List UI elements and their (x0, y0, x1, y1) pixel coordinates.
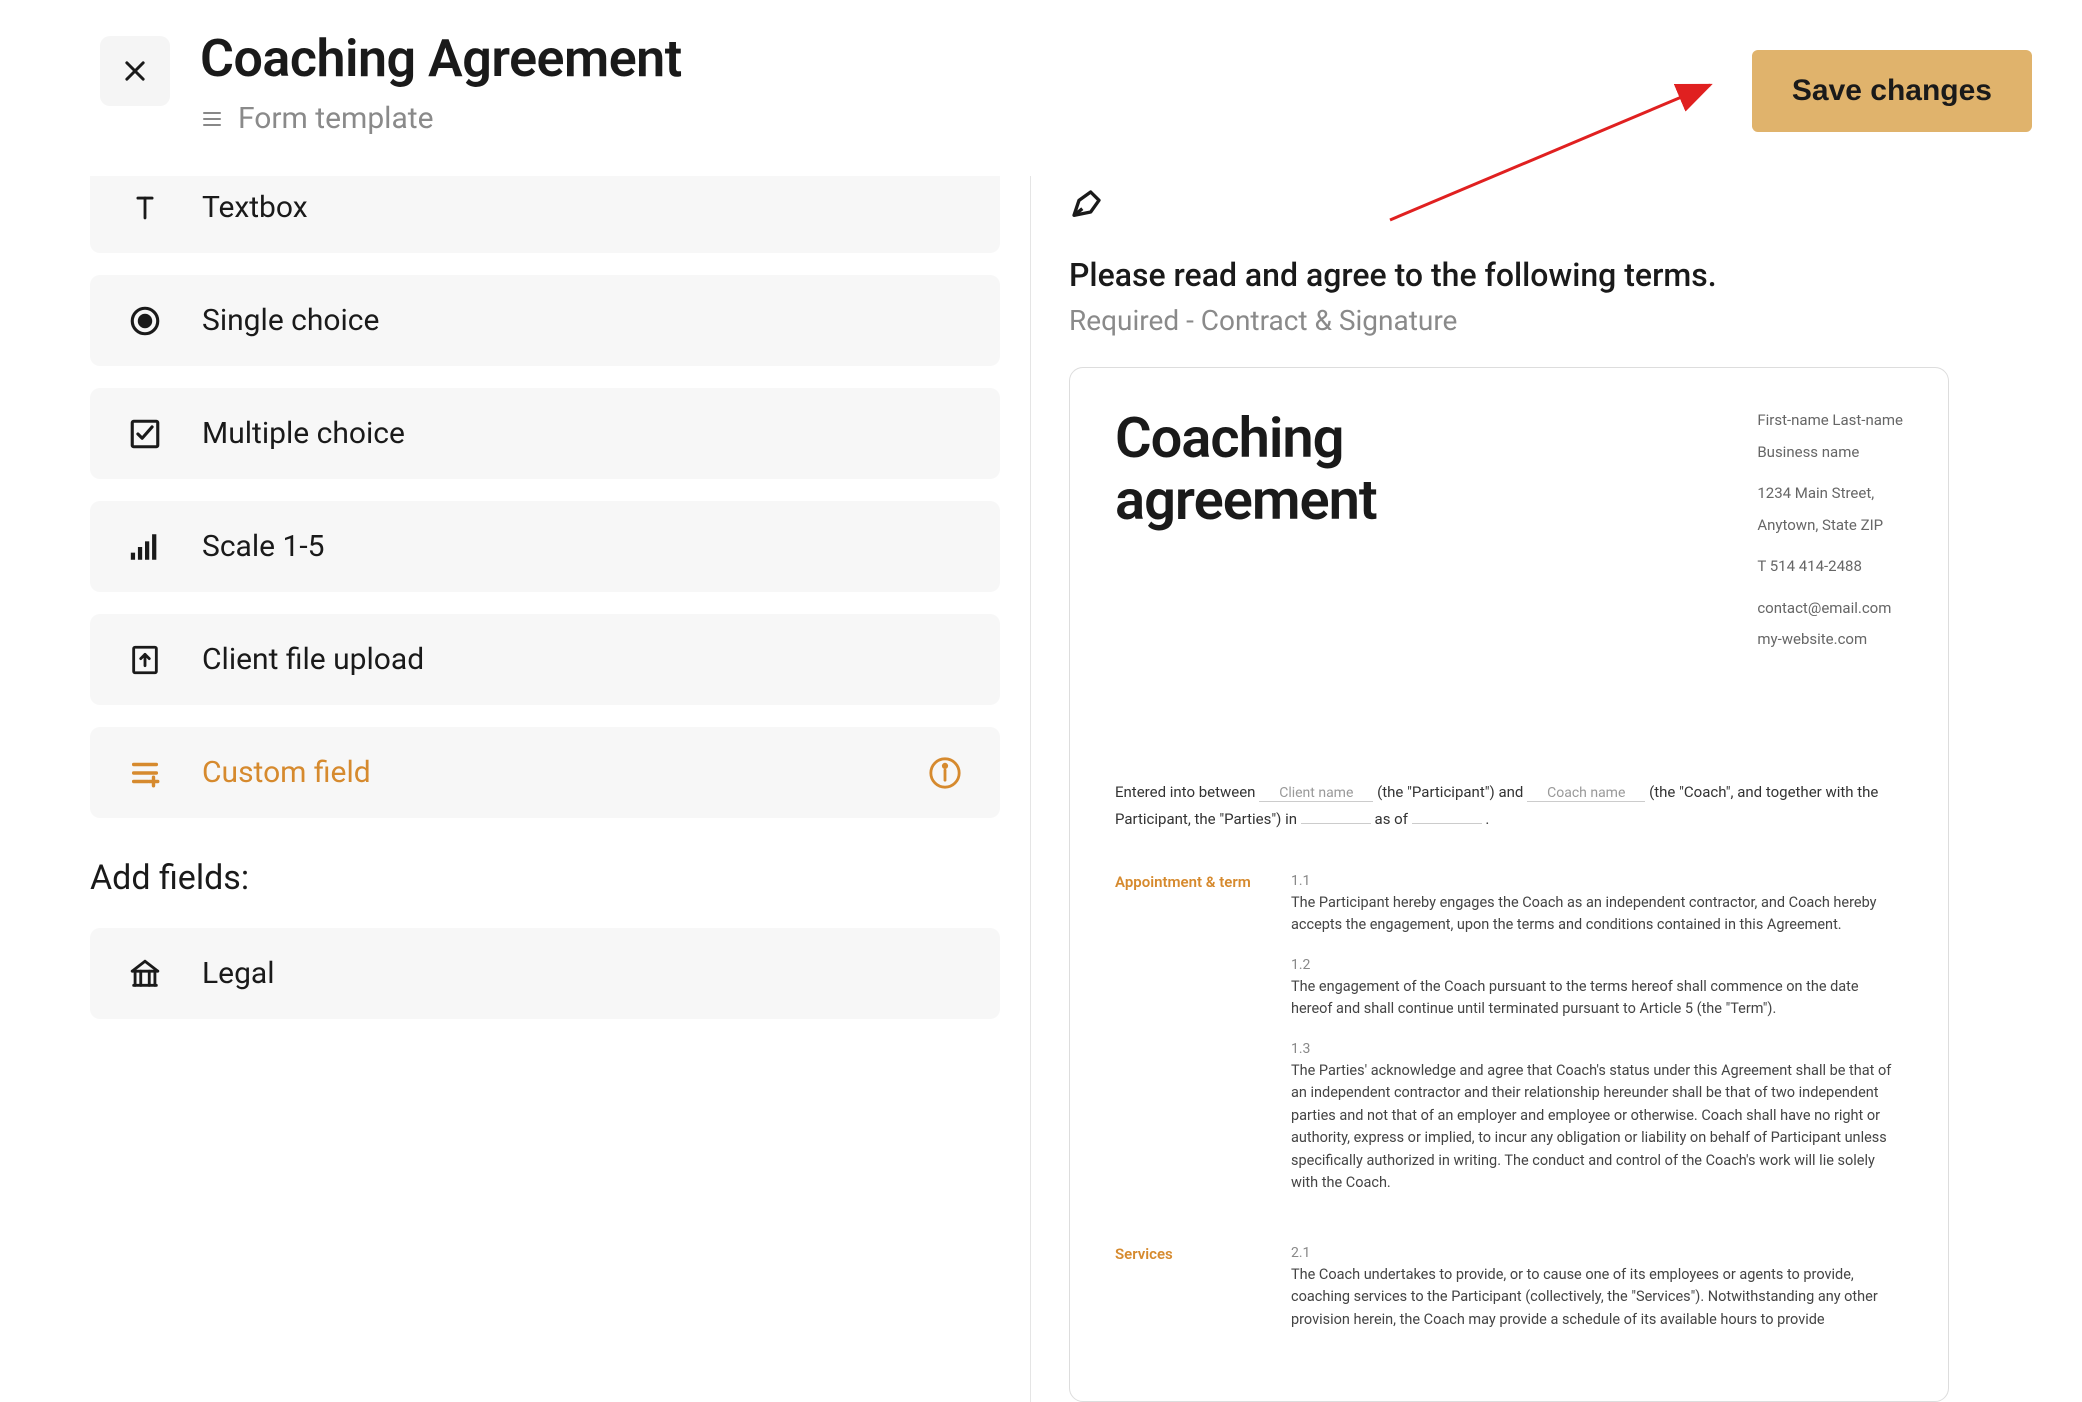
page-title: Coaching Agreement (200, 30, 682, 87)
section-appointment: Appointment & term 1.1 The Participant h… (1115, 873, 1903, 1215)
field-type-multiple-choice[interactable]: Multiple choice (90, 388, 1000, 479)
field-label: Custom field (202, 755, 371, 790)
section-body: 2.1 The Coach undertakes to provide, or … (1291, 1245, 1903, 1331)
checkbox-icon (128, 417, 162, 451)
meta-business: Business name (1757, 440, 1903, 466)
section-body: 1.1 The Participant hereby engages the C… (1291, 873, 1903, 1215)
meta-address1: 1234 Main Street, (1757, 481, 1903, 507)
clause-num: 1.1 (1291, 873, 1903, 889)
doc-header: Coaching agreement First-name Last-name … (1115, 408, 1903, 659)
save-changes-button[interactable]: Save changes (1752, 50, 2032, 132)
title-area: Coaching Agreement Form template (200, 30, 682, 136)
close-icon (121, 57, 149, 85)
info-icon[interactable] (928, 756, 962, 790)
intro-t5: . (1485, 810, 1489, 828)
field-label: Textbox (202, 190, 308, 225)
section-label: Appointment & term (1115, 873, 1265, 1215)
meta-website: my-website.com (1757, 627, 1903, 653)
add-fields-heading: Add fields: (90, 858, 1000, 898)
field-type-textbox[interactable]: Textbox (90, 176, 1000, 253)
clause-num: 2.1 (1291, 1245, 1903, 1261)
custom-field-icon (128, 756, 162, 790)
field-label: Multiple choice (202, 416, 405, 451)
intro-client-placeholder: Client name (1259, 785, 1373, 802)
doc-title: Coaching agreement (1115, 408, 1377, 659)
intro-blank2 (1412, 810, 1482, 824)
radio-icon (128, 304, 162, 338)
left-panel: Textbox Single choice Multiple choice (0, 176, 1000, 1402)
upload-icon (128, 643, 162, 677)
clause-text: The Coach undertakes to provide, or to c… (1291, 1264, 1903, 1331)
subtitle-row: Form template (200, 101, 682, 136)
close-button[interactable] (100, 36, 170, 106)
clause-num: 1.2 (1291, 957, 1903, 973)
content: Textbox Single choice Multiple choice (0, 176, 2082, 1402)
subtitle-text: Form template (238, 101, 434, 136)
document-preview[interactable]: Coaching agreement First-name Last-name … (1069, 367, 1949, 1402)
meta-name: First-name Last-name (1757, 408, 1903, 434)
textbox-icon (128, 191, 162, 225)
field-type-custom[interactable]: Custom field (90, 727, 1000, 818)
section-label: Services (1115, 1245, 1265, 1331)
intro-coach-placeholder: Coach name (1527, 785, 1645, 802)
clause-text: The Participant hereby engages the Coach… (1291, 892, 1903, 937)
clause-text: The engagement of the Coach pursuant to … (1291, 976, 1903, 1021)
field-label: Client file upload (202, 642, 424, 677)
meta-address2: Anytown, State ZIP (1757, 513, 1903, 539)
section-services: Services 2.1 The Coach undertakes to pro… (1115, 1245, 1903, 1331)
doc-title-line2: agreement (1115, 467, 1377, 533)
clause-num: 1.3 (1291, 1041, 1903, 1057)
preview-title: Please read and agree to the following t… (1069, 256, 2022, 294)
preview-subtitle: Required - Contract & Signature (1069, 304, 2022, 337)
intro-t4: as of (1375, 810, 1408, 828)
field-type-single-choice[interactable]: Single choice (90, 275, 1000, 366)
intro-t2: (the "Participant") and (1377, 783, 1523, 801)
clause-text: The Parties' acknowledge and agree that … (1291, 1060, 1903, 1195)
right-panel: Please read and agree to the following t… (1030, 176, 2082, 1402)
form-template-icon (200, 107, 224, 131)
doc-meta: First-name Last-name Business name 1234 … (1757, 408, 1903, 659)
meta-phone: T 514 414-2488 (1757, 554, 1903, 580)
header-left: Coaching Agreement Form template (100, 30, 682, 136)
intro-blank1 (1301, 810, 1371, 824)
intro-t1: Entered into between (1115, 783, 1255, 801)
field-label: Legal (202, 956, 275, 991)
meta-email: contact@email.com (1757, 596, 1903, 622)
header: Coaching Agreement Form template Save ch… (0, 0, 2082, 176)
add-field-legal[interactable]: Legal (90, 928, 1000, 1019)
field-type-scale[interactable]: Scale 1-5 (90, 501, 1000, 592)
doc-intro: Entered into between Client name (the "P… (1115, 779, 1903, 833)
field-label: Scale 1-5 (202, 529, 325, 564)
field-label: Single choice (202, 303, 379, 338)
signature-icon (1069, 182, 1109, 222)
legal-icon (128, 957, 162, 991)
doc-title-line1: Coaching (1115, 405, 1344, 471)
field-type-file-upload[interactable]: Client file upload (90, 614, 1000, 705)
scale-icon (128, 530, 162, 564)
